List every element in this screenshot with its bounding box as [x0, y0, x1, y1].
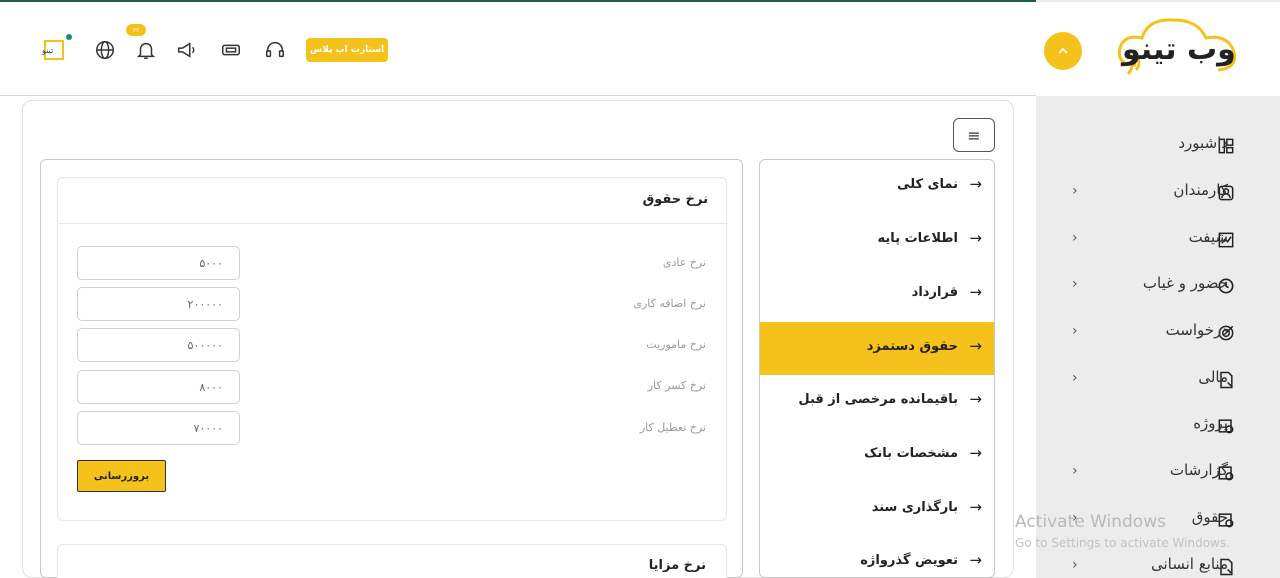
normal-rate-label: نرخ عادی: [662, 256, 706, 269]
sidebar-item-label: درخواست: [1165, 321, 1228, 339]
salary-rates-card: نرخ حقوق نرخ عادی نرخ اضافه کاری نرخ مام…: [57, 177, 728, 521]
nav-item-label: مشخصات بانک: [864, 446, 958, 461]
sidebar-item-employees[interactable]: › کارمندان: [1036, 173, 1280, 213]
salary-rates-title: نرخ حقوق: [642, 192, 708, 207]
chevron-up-icon: [1058, 47, 1068, 54]
sidebar-item-shift[interactable]: › شیفت: [1036, 220, 1280, 260]
chevron-right-icon: ›: [1072, 370, 1078, 386]
arrow-right-icon: →: [969, 551, 982, 569]
benefits-card: نرخ مزایا: [57, 544, 727, 578]
bell-icon[interactable]: [131, 35, 161, 65]
overtime-rate-label: نرخ اضافه کاری: [633, 297, 706, 310]
brand-logo-icon[interactable]: تینو: [38, 34, 72, 66]
chevron-right-icon: ›: [1072, 463, 1078, 479]
overtime-rate-input[interactable]: [77, 287, 240, 321]
nav-item-bank-details[interactable]: → مشخصات بانک: [760, 429, 994, 482]
nav-item-label: قرارداد: [911, 285, 958, 300]
sidebar: وب تینو داشبورد › کارمندان › شیفت › حضور…: [1036, 0, 1280, 578]
activation-watermark-subtitle: Go to Settings to activate Windows.: [1015, 536, 1230, 550]
sidebar-item-request[interactable]: › درخواست: [1036, 313, 1280, 353]
nav-item-label: نمای کلی: [897, 177, 958, 192]
sidebar-item-label: گزارشات: [1169, 461, 1228, 479]
chevron-right-icon: ›: [1072, 323, 1078, 339]
notification-badge: ۳۲: [126, 24, 146, 36]
arrow-right-icon: →: [969, 337, 982, 355]
mission-rate-label: نرخ ماموریت: [646, 338, 706, 351]
sidebar-item-label: مالی: [1198, 368, 1228, 386]
megaphone-icon[interactable]: [172, 35, 202, 65]
deduction-rate-input[interactable]: [77, 370, 240, 404]
menu-toggle-button[interactable]: ≡: [953, 118, 995, 152]
chevron-right-icon: ›: [1072, 183, 1078, 199]
sidebar-item-label: پروژه: [1193, 414, 1228, 432]
nav-item-label: باقیمانده مرخصی از قبل: [798, 392, 958, 407]
arrow-right-icon: →: [969, 390, 982, 408]
salary-rates-header: نرخ حقوق: [58, 178, 728, 224]
ticket-icon[interactable]: [216, 35, 246, 65]
nav-item-change-password[interactable]: → تعویض گذرواژه: [760, 536, 994, 577]
arrow-right-icon: →: [969, 175, 982, 193]
nav-item-label: حقوق دستمزد: [866, 339, 958, 354]
nav-item-overview[interactable]: → نمای کلی: [760, 160, 994, 213]
arrow-right-icon: →: [969, 498, 982, 516]
holiday-rate-label: نرخ تعطیل کار: [639, 421, 706, 434]
hamburger-icon: ≡: [967, 125, 981, 145]
arrow-right-icon: →: [969, 283, 982, 301]
startup-plus-button[interactable]: استارت اپ پلاس: [306, 38, 388, 62]
sidebar-toggle-button[interactable]: [1044, 32, 1082, 70]
globe-icon[interactable]: [90, 35, 120, 65]
sidebar-item-label: حقوق: [1191, 508, 1228, 526]
update-button[interactable]: بروزرسانی: [77, 460, 166, 492]
sidebar-item-project[interactable]: پروژه: [1036, 406, 1280, 446]
nav-item-basic-info[interactable]: → اطلاعات پایه: [760, 214, 994, 267]
headset-icon[interactable]: [260, 35, 290, 65]
sidebar-item-label: حضور و غیاب: [1142, 274, 1228, 292]
nav-item-label: اطلاعات پایه: [877, 231, 958, 246]
sidebar-item-reports[interactable]: › گزارشات: [1036, 453, 1280, 493]
nav-item-contract[interactable]: → قرارداد: [760, 268, 994, 321]
sidebar-item-dashboard[interactable]: داشبورد: [1036, 126, 1280, 166]
brand-mini-text: تینو: [42, 46, 54, 55]
profile-nav: → نمای کلی → اطلاعات پایه → قرارداد → حق…: [759, 159, 995, 578]
sidebar-item-attendance[interactable]: › حضور و غیاب: [1036, 266, 1280, 306]
deduction-rate-label: نرخ کسر کار: [647, 379, 706, 392]
sidebar-logo-area: وب تینو: [1036, 2, 1280, 96]
nav-item-label: بارگذاری سند: [871, 500, 958, 515]
arrow-right-icon: →: [969, 444, 982, 462]
arrow-right-icon: →: [969, 229, 982, 247]
sidebar-item-finance[interactable]: › مالی: [1036, 360, 1280, 400]
holiday-rate-input[interactable]: [77, 411, 240, 445]
sidebar-item-label: کارمندان: [1173, 181, 1228, 199]
brand-logo-text: وب تینو: [1122, 32, 1236, 67]
sidebar-item-label: منابع انسانی: [1150, 555, 1228, 573]
nav-item-label: تعویض گذرواژه: [860, 553, 958, 568]
normal-rate-input[interactable]: [77, 246, 240, 280]
mission-rate-input[interactable]: [77, 328, 240, 362]
benefits-title: نرخ مزایا: [648, 558, 706, 573]
chevron-right-icon: ›: [1072, 276, 1078, 292]
chevron-right-icon: ›: [1072, 230, 1078, 246]
nav-item-payroll[interactable]: → حقوق دستمزد: [760, 322, 994, 375]
activation-watermark-title: Activate Windows: [1015, 512, 1166, 532]
nav-item-leave-balance[interactable]: → باقیمانده مرخصی از قبل: [760, 375, 994, 428]
chevron-right-icon: ›: [1072, 557, 1078, 573]
sidebar-item-hr[interactable]: › منابع انسانی: [1036, 547, 1280, 578]
sidebar-item-label: داشبورد: [1178, 134, 1228, 152]
top-header: تینو ۳۲ استارت اپ پلاس: [0, 2, 1036, 96]
sidebar-item-label: شیفت: [1188, 228, 1228, 246]
nav-item-document-upload[interactable]: → بارگذاری سند: [760, 483, 994, 536]
